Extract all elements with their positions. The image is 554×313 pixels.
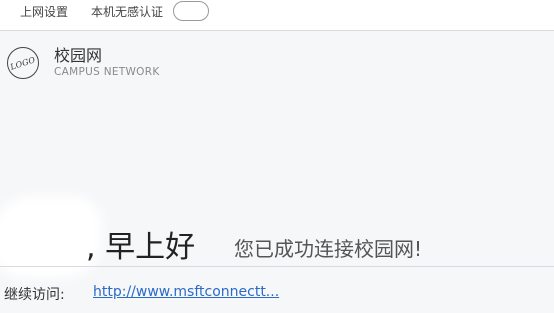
toggle-knob <box>176 4 190 18</box>
brand-name: 校园网 <box>54 46 103 65</box>
continue-link[interactable]: http://www.msftconnectt... <box>93 284 279 300</box>
network-settings-link[interactable]: 上网设置 <box>20 3 68 20</box>
auto-auth-label: 本机无感认证 <box>91 5 164 19</box>
logo-text: LOGO <box>9 54 37 72</box>
redacted-username <box>2 206 92 268</box>
top-bar: 上网设置 本机无感认证 <box>0 0 554 31</box>
brand-subtitle: CAMPUS NETWORK <box>54 66 160 78</box>
success-message: 您已成功连接校园网! <box>234 237 423 261</box>
greeting: , 早上好 <box>86 230 196 265</box>
auto-auth-toggle[interactable] <box>173 1 209 21</box>
logo-icon: LOGO <box>7 47 39 79</box>
continue-label: 继续访问: <box>4 287 65 303</box>
